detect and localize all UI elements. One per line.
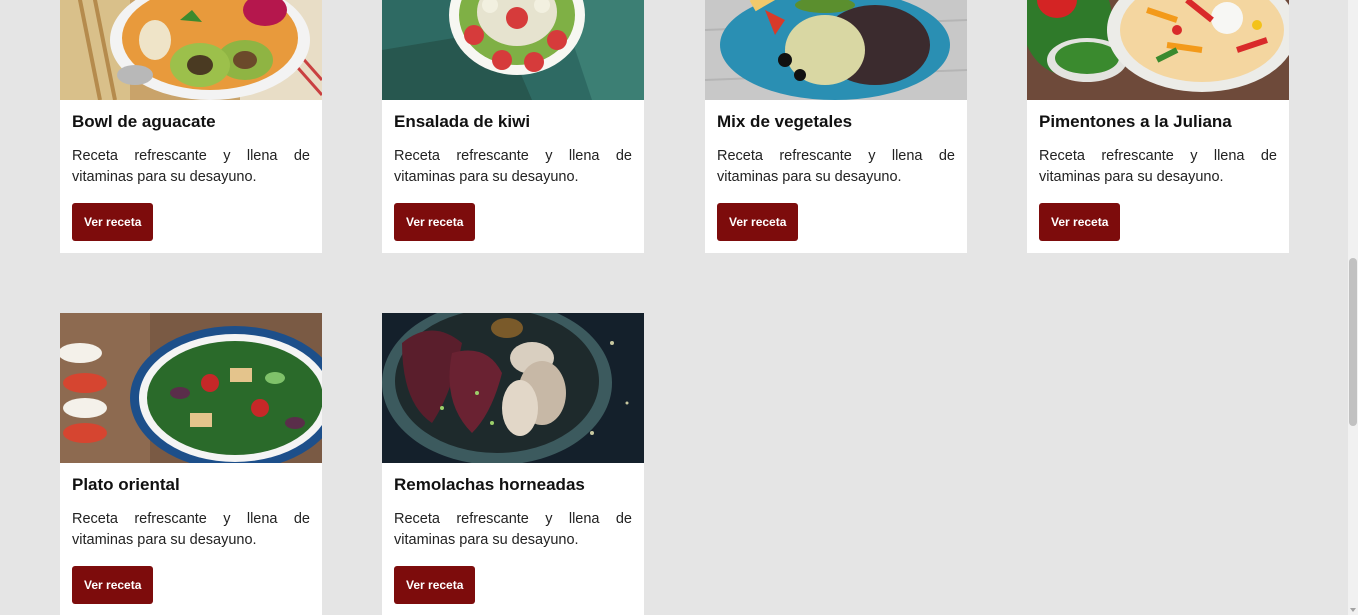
baked-beets-photo [382,313,644,463]
kiwi-salad-photo [382,0,644,100]
scrollbar-thumb[interactable] [1349,258,1357,426]
recipe-description: Receta refrescante y llena de vitaminas … [1039,148,1277,185]
recipe-card: Pimentones a la Juliana Receta refrescan… [1027,0,1289,253]
page: Bowl de aguacate Receta refrescante y ll… [0,0,1358,615]
view-recipe-button[interactable]: Ver receta [72,203,154,241]
recipe-title: Pimentones a la Juliana [1039,112,1232,131]
recipe-title: Remolachas horneadas [394,475,585,494]
recipe-description: Receta refrescante y llena de vitaminas … [394,148,632,185]
recipe-title: Plato oriental [72,475,180,494]
scroll-down-arrow-icon[interactable] [1350,608,1356,612]
avocado-bowl-photo [60,0,322,100]
view-recipe-button[interactable]: Ver receta [1039,203,1121,241]
recipe-description: Receta refrescante y llena de vitaminas … [394,511,632,548]
recipe-title: Mix de vegetales [717,112,853,131]
recipe-card: Remolachas horneadas Receta refrescante … [382,313,644,615]
view-recipe-button[interactable]: Ver receta [394,566,476,604]
view-recipe-button[interactable]: Ver receta [72,566,154,604]
recipe-card: Mix de vegetales Receta refrescante y ll… [705,0,967,253]
vertical-scrollbar[interactable] [1348,0,1358,615]
recipe-title: Bowl de aguacate [72,112,216,131]
vegetable-mix-photo [705,0,967,100]
recipe-card: Plato oriental Receta refrescante y llen… [60,313,322,615]
recipe-card: Ensalada de kiwi Receta refrescante y ll… [382,0,644,253]
recipe-description: Receta refrescante y llena de vitaminas … [72,148,310,185]
recipe-card: Bowl de aguacate Receta refrescante y ll… [60,0,322,253]
recipe-description: Receta refrescante y llena de vitaminas … [717,148,955,185]
recipe-description: Receta refrescante y llena de vitaminas … [72,511,310,548]
recipe-title: Ensalada de kiwi [394,112,531,131]
view-recipe-button[interactable]: Ver receta [717,203,799,241]
peppers-julienne-photo [1027,0,1289,100]
oriental-plate-photo [60,313,322,463]
view-recipe-button[interactable]: Ver receta [394,203,476,241]
